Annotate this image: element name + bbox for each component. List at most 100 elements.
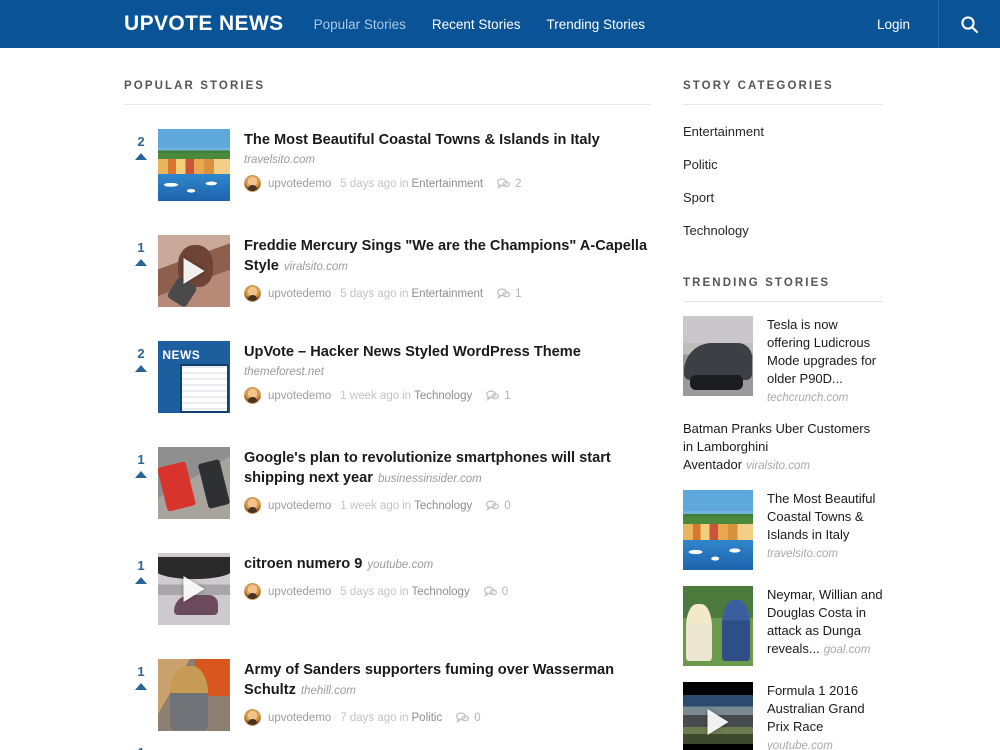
story-category-link[interactable]: Entertainment (412, 288, 484, 300)
trending-body: Batman Pranks Uber Customers in Lamborgh… (683, 420, 883, 474)
story-domain-link[interactable]: travelsito.com (244, 154, 651, 166)
comment-count: 2 (515, 178, 521, 190)
upvote-button[interactable]: 1 (124, 447, 158, 478)
popular-stories-heading: POPULAR STORIES (124, 80, 651, 105)
story-thumbnail[interactable] (158, 235, 230, 307)
story-category-link[interactable]: Technology (412, 586, 470, 598)
story-list: 2 The Most Beautiful Coastal Towns & Isla… (124, 105, 651, 747)
story-body: UpVote – Hacker News Styled WordPress Th… (244, 341, 651, 404)
story-row: 1Google's plan to revolutionize smartpho… (124, 429, 651, 535)
trending-title-link[interactable]: Tesla is now offering Ludicrous Mode upg… (767, 317, 876, 386)
story-title-link[interactable]: The Most Beautiful Coastal Towns & Islan… (244, 132, 600, 148)
trending-item: The Most Beautiful Coastal Towns & Islan… (683, 490, 883, 570)
play-icon[interactable] (708, 709, 729, 735)
story-author-link[interactable]: upvotedemo (268, 288, 331, 300)
site-logo[interactable]: UPVOTE NEWS (124, 0, 284, 48)
site-header: UPVOTE NEWS Popular Stories Recent Stori… (0, 0, 1000, 48)
nav-recent-stories[interactable]: Recent Stories (432, 17, 521, 32)
avatar[interactable] (244, 497, 261, 514)
trending-domain-link[interactable]: techcrunch.com (767, 392, 883, 404)
story-author-link[interactable]: upvotedemo (268, 500, 331, 512)
upvote-arrow-icon[interactable] (135, 259, 147, 266)
avatar[interactable] (244, 387, 261, 404)
category-link-entertainment[interactable]: Entertainment (683, 115, 883, 148)
login-link[interactable]: Login (849, 0, 938, 48)
avatar[interactable] (244, 285, 261, 302)
nav-popular-stories[interactable]: Popular Stories (314, 17, 406, 32)
upvote-arrow-icon[interactable] (135, 471, 147, 478)
story-title-link[interactable]: UpVote – Hacker News Styled WordPress Th… (244, 344, 581, 360)
upvote-arrow-icon[interactable] (135, 153, 147, 160)
comment-count: 0 (504, 500, 510, 512)
trending-thumbnail[interactable] (683, 586, 753, 666)
trending-thumbnail[interactable] (683, 682, 753, 750)
story-domain-link[interactable]: businessinsider.com (378, 473, 482, 485)
story-category-link[interactable]: Technology (414, 500, 472, 512)
upvote-arrow-icon[interactable] (135, 577, 147, 584)
story-category-link[interactable]: Entertainment (412, 178, 484, 190)
story-author-link[interactable]: upvotedemo (268, 586, 331, 598)
thumbnail-image (158, 129, 230, 201)
play-icon[interactable] (184, 576, 205, 602)
category-link-technology[interactable]: Technology (683, 214, 883, 247)
story-timestamp: 5 days ago (340, 586, 396, 598)
upvote-button[interactable]: 2 (124, 341, 158, 372)
trending-domain-link[interactable]: goal.com (824, 644, 871, 656)
avatar[interactable] (244, 709, 261, 726)
story-title-link[interactable]: Army of Sanders supporters fuming over W… (244, 662, 614, 698)
category-link-sport[interactable]: Sport (683, 181, 883, 214)
trending-domain-link[interactable]: viralsito.com (746, 460, 810, 472)
trending-domain-link[interactable]: travelsito.com (767, 548, 883, 560)
vote-count: 2 (124, 346, 158, 361)
upvote-button[interactable]: 1 (124, 553, 158, 584)
trending-thumbnail[interactable] (683, 316, 753, 396)
story-comments[interactable]: 1 (486, 390, 510, 402)
search-icon[interactable] (938, 0, 1000, 48)
trending-body: Formula 1 2016 Australian Grand Prix Rac… (767, 682, 883, 750)
story-domain-link[interactable]: youtube.com (367, 559, 433, 571)
story-thumbnail[interactable] (158, 129, 230, 201)
story-meta: upvotedemo5 days agoinEntertainment2 (244, 175, 651, 192)
trending-item: Formula 1 2016 Australian Grand Prix Rac… (683, 682, 883, 750)
story-headline: UpVote – Hacker News Styled WordPress Th… (244, 342, 651, 378)
nav-trending-stories[interactable]: Trending Stories (546, 17, 645, 32)
avatar[interactable] (244, 583, 261, 600)
story-domain-link[interactable]: thehill.com (301, 685, 356, 697)
story-comments[interactable]: 1 (497, 288, 521, 300)
upvote-button[interactable]: 1 (124, 659, 158, 690)
story-thumbnail[interactable] (158, 553, 230, 625)
story-author-link[interactable]: upvotedemo (268, 712, 331, 724)
story-domain-link[interactable]: themeforest.net (244, 366, 651, 378)
story-domain-link[interactable]: viralsito.com (284, 261, 348, 273)
story-comments[interactable]: 0 (456, 712, 480, 724)
upvote-button[interactable]: 2 (124, 129, 158, 160)
trending-body: Neymar, Willian and Douglas Costa in att… (767, 586, 883, 658)
story-category-link[interactable]: Politic (412, 712, 443, 724)
story-title-link[interactable]: citroen numero 9 (244, 556, 362, 572)
comment-count: 1 (515, 288, 521, 300)
story-body: citroen numero 9 youtube.com upvotedemo 5 d… (244, 553, 651, 600)
story-category-link[interactable]: Technology (414, 390, 472, 402)
play-icon[interactable] (184, 258, 205, 284)
story-meta: upvotedemo1 week agoinTechnology0 (244, 497, 651, 514)
story-comments[interactable]: 2 (497, 178, 521, 190)
story-thumbnail[interactable] (158, 447, 230, 519)
thumbnail-image (683, 586, 753, 666)
upvote-arrow-icon[interactable] (135, 365, 147, 372)
story-author-link[interactable]: upvotedemo (268, 178, 331, 190)
story-headline: Freddie Mercury Sings "We are the Champi… (244, 236, 651, 276)
trending-thumbnail[interactable] (683, 490, 753, 570)
story-thumbnail[interactable] (158, 659, 230, 731)
avatar[interactable] (244, 175, 261, 192)
upvote-arrow-icon[interactable] (135, 683, 147, 690)
trending-domain-link[interactable]: youtube.com (767, 740, 883, 750)
upvote-button[interactable]: 1 (124, 235, 158, 266)
trending-title-link[interactable]: The Most Beautiful Coastal Towns & Islan… (767, 491, 875, 542)
story-comments[interactable]: 0 (486, 500, 510, 512)
story-comments[interactable]: 0 (484, 586, 508, 598)
story-thumbnail[interactable] (158, 341, 230, 413)
story-meta-in-word: in (400, 586, 409, 598)
category-link-politic[interactable]: Politic (683, 148, 883, 181)
trending-title-link[interactable]: Formula 1 2016 Australian Grand Prix Rac… (767, 683, 865, 734)
story-author-link[interactable]: upvotedemo (268, 390, 331, 402)
